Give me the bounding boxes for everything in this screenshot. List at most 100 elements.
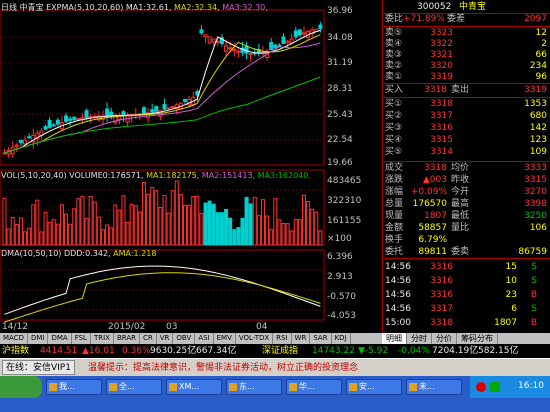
volume-bar xyxy=(39,231,44,246)
taskbar-button[interactable]: 未... xyxy=(406,379,462,395)
indicator-tab[interactable]: TRIX xyxy=(91,333,114,344)
app-icon xyxy=(109,383,117,391)
indicator-tab[interactable]: DMI xyxy=(28,333,49,344)
candle-body xyxy=(18,139,23,144)
volume-bar xyxy=(154,190,159,246)
candle-body xyxy=(141,107,146,114)
candle-body xyxy=(64,115,69,122)
quote-panel: 300052 中青宝 委比 +71.89% 委差 2097 卖⑤ 3323 12 卖④… xyxy=(382,0,550,333)
sz-index-label: 深证成指 xyxy=(262,346,299,356)
bid-price: 3316 xyxy=(430,123,453,133)
volume-bar xyxy=(27,227,32,246)
taskbar-button[interactable]: 东... xyxy=(226,379,282,395)
indicator-tab[interactable]: VR xyxy=(157,333,174,344)
tray-icon[interactable] xyxy=(490,382,500,392)
weibi-row: 委比 +71.89% 委差 2097 xyxy=(383,14,550,25)
volume-bar xyxy=(133,205,138,246)
candle-body xyxy=(76,118,81,121)
panel-tabs[interactable]: 明细 分时 分价 筹码分布 xyxy=(382,333,550,344)
bid-label: 买① xyxy=(385,99,403,109)
indicator-tab[interactable]: MACD xyxy=(0,333,28,344)
indicator-tab[interactable]: VOL-TDX xyxy=(236,333,274,344)
tick-vol: 10 xyxy=(505,276,517,286)
panel-tab[interactable]: 筹码分布 xyxy=(457,333,498,344)
taskbar-button[interactable]: 我... xyxy=(46,379,102,395)
ma3-label: MA3:32.30, xyxy=(222,3,268,12)
candle-body xyxy=(55,119,60,125)
tick-price: 3317 xyxy=(430,304,453,314)
vol-ma1: MA1:182175, xyxy=(146,171,200,180)
index-bar: 沪指数 4414.51 ▲16.01 0.36% 9630.25亿 667.34… xyxy=(0,344,550,358)
start-button[interactable] xyxy=(0,376,42,398)
clock: 16:10 xyxy=(518,381,544,391)
candle-body xyxy=(84,110,89,118)
stat-label: 最低 xyxy=(451,211,470,221)
indicator-tab[interactable]: CR xyxy=(140,333,157,344)
indicator-tab[interactable]: ASI xyxy=(195,333,214,344)
tick-vol: 23 xyxy=(505,290,517,300)
bid-row: 买⑤ 3314 109 xyxy=(383,147,550,158)
indicator-tab[interactable]: RSI xyxy=(273,333,292,344)
tray-icon[interactable] xyxy=(476,382,486,392)
volume-bar xyxy=(289,230,294,246)
kline-chart[interactable]: 日线 中青宝 EXPMA(5,10,20,60) MA1:32.61, MA2:… xyxy=(0,0,382,333)
indicator-tab[interactable]: EMV xyxy=(214,333,236,344)
candle-body xyxy=(199,29,204,34)
bid-vol: 142 xyxy=(529,123,547,133)
indicator-tab[interactable]: OBV xyxy=(173,333,196,344)
ask-row: 卖② 3320 234 xyxy=(383,61,550,72)
buy-sell-row: 买入 3318 卖出 3319 xyxy=(383,85,550,96)
volume-bar xyxy=(195,195,200,246)
panel-tab[interactable]: 分价 xyxy=(432,333,457,344)
candle-body xyxy=(72,116,77,120)
panel-tab[interactable]: 分时 xyxy=(407,333,432,344)
volume-bar xyxy=(105,224,110,246)
candle-body xyxy=(281,36,286,45)
ama-label: AMA:1.218 xyxy=(113,249,157,258)
stat-row: 涨跌 ▲003 昨收 3315 xyxy=(383,175,550,186)
tick-dir: S xyxy=(531,262,537,272)
buy-in-label: 买入 xyxy=(385,85,404,95)
volume-bar xyxy=(232,229,237,246)
volume-bar xyxy=(207,200,212,246)
divider xyxy=(383,161,550,162)
volume-bar xyxy=(51,219,56,246)
ask-vol: 234 xyxy=(529,61,547,71)
date-tick: 2015/02 xyxy=(108,322,146,332)
indicator-tab[interactable]: BRAR xyxy=(114,333,140,344)
indicator-tab[interactable]: WR xyxy=(292,333,311,344)
taskbar-button[interactable]: 全... xyxy=(106,379,162,395)
date-tick: 14/12 xyxy=(2,322,28,332)
indicator-tab[interactable]: DMA xyxy=(48,333,72,344)
stat-label: 涨幅 xyxy=(385,187,404,197)
bid-label: 买④ xyxy=(385,135,403,145)
taskbar-button[interactable]: 安... xyxy=(346,379,402,395)
indicator-tab[interactable]: KDJ xyxy=(332,333,351,344)
bid-label: 买⑤ xyxy=(385,147,403,157)
kline-svg[interactable] xyxy=(0,0,382,333)
price-tick: 19.66 xyxy=(327,158,353,168)
candle-body xyxy=(203,34,208,38)
candle-body xyxy=(232,49,237,52)
buy-in-value: 3318 xyxy=(424,85,447,95)
vol-ma2: MA2:151413, xyxy=(201,171,256,180)
indicator-tabs[interactable]: MACD DMI DMA FSL TRIX BRAR CR VR OBV ASI EMV VOL-TD… xyxy=(0,333,382,344)
volume-bar xyxy=(310,208,315,246)
volume-bar xyxy=(199,212,204,246)
panel-tab[interactable]: 明细 xyxy=(382,333,407,344)
volume-bar xyxy=(2,197,7,246)
stat-value: 106 xyxy=(529,223,547,233)
stat-label: 现量 xyxy=(385,211,404,221)
tick-price: 3318 xyxy=(430,318,453,328)
bid-price: 3318 xyxy=(430,99,453,109)
dma-tick: -4.053 xyxy=(327,311,357,321)
tick-vol: 15 xyxy=(505,262,517,272)
indicator-tab[interactable]: SAR xyxy=(310,333,332,344)
candle-body xyxy=(244,45,249,54)
weicha-value: 2097 xyxy=(524,14,547,24)
volume-bar xyxy=(240,217,245,246)
indicator-tab[interactable]: FSL xyxy=(72,333,91,344)
tick-price: 3316 xyxy=(430,262,453,272)
taskbar-button[interactable]: XM... xyxy=(166,379,222,395)
taskbar-button[interactable]: 华... xyxy=(286,379,342,395)
